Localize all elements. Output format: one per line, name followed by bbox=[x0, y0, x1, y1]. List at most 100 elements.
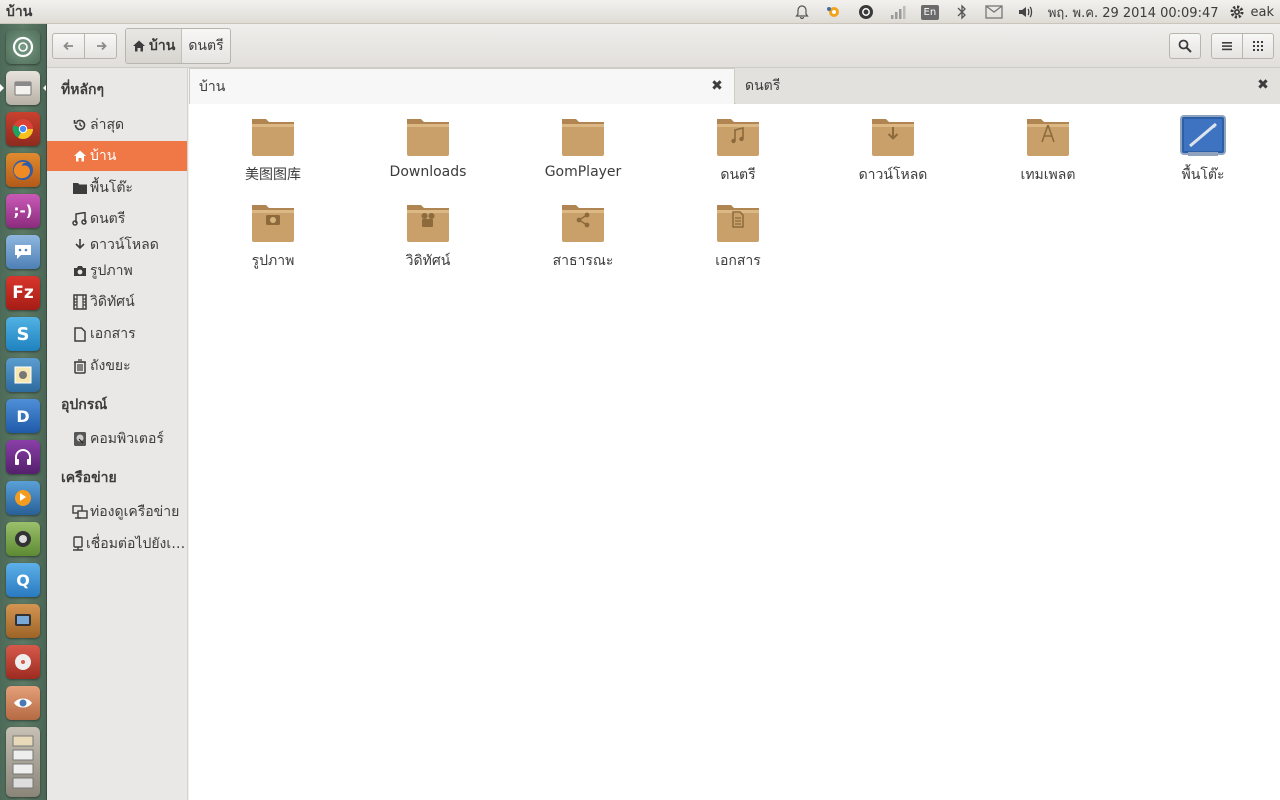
download-folder-icon bbox=[870, 114, 916, 158]
forward-button[interactable] bbox=[84, 33, 117, 59]
grid-icon bbox=[1253, 41, 1263, 51]
pidgin-icon[interactable] bbox=[6, 235, 40, 269]
header-bar: บ้าน ดนตรี bbox=[47, 24, 1280, 68]
sidebar-item-label: พื้นโต๊ะ bbox=[90, 180, 133, 196]
tv-icon[interactable] bbox=[6, 604, 40, 638]
sidebar-item-label: ถังขยะ bbox=[90, 358, 131, 374]
templates-folder-icon bbox=[1025, 114, 1071, 158]
app-title: บ้าน bbox=[6, 3, 33, 20]
path-crumb-label: ดนตรี bbox=[188, 38, 224, 54]
weather-icon[interactable] bbox=[818, 0, 850, 24]
search-button[interactable] bbox=[1169, 33, 1201, 59]
shotwell-icon[interactable] bbox=[6, 358, 40, 392]
file-item[interactable]: GomPlayer bbox=[513, 114, 653, 180]
file-item[interactable]: Downloads bbox=[358, 114, 498, 180]
sidebar-item-label: คอมพิวเตอร์ bbox=[90, 431, 164, 447]
keyboard-layout-icon[interactable]: En bbox=[914, 0, 946, 24]
path-crumb-home[interactable]: บ้าน bbox=[126, 29, 182, 63]
empathy-icon[interactable]: ;-) bbox=[6, 194, 40, 228]
sidebar-item-browse-network[interactable]: ท่องดูเครือข่าย bbox=[47, 497, 187, 527]
dash-home-icon[interactable] bbox=[6, 30, 40, 64]
system-monitor-icon[interactable] bbox=[6, 522, 40, 556]
sidebar: ที่หลักๆ ล่าสุด บ้าน พื้นโต๊ะ ดนตรี ดาวน… bbox=[47, 68, 188, 800]
file-item[interactable]: 美图图库 bbox=[203, 114, 343, 184]
clock[interactable]: พฤ. พ.ค. 29 2014 00:09:47 bbox=[1048, 2, 1219, 23]
list-view-button[interactable] bbox=[1211, 33, 1243, 59]
file-name: Downloads bbox=[389, 164, 467, 180]
path-crumb-music[interactable]: ดนตรี bbox=[181, 29, 229, 63]
back-button[interactable] bbox=[52, 33, 85, 59]
sidebar-item-label: เชื่อมต่อไปยังเซิร์ฟเวอร์ bbox=[86, 536, 187, 552]
signal-icon[interactable] bbox=[882, 0, 914, 24]
file-name: รูปภาพ bbox=[251, 253, 295, 269]
eye-of-gnome-icon[interactable] bbox=[6, 686, 40, 720]
sidebar-item-home[interactable]: บ้าน bbox=[47, 141, 187, 171]
desktop-folder-icon bbox=[1180, 114, 1226, 158]
file-name: ดนตรี bbox=[720, 167, 756, 183]
sidebar-item-trash[interactable]: ถังขยะ bbox=[47, 351, 187, 381]
file-name: วิดิทัศน์ bbox=[405, 253, 451, 269]
tab-home[interactable]: บ้าน ✖ bbox=[189, 68, 735, 104]
sidebar-item-documents[interactable]: เอกสาร bbox=[47, 319, 187, 349]
file-item[interactable]: วิดิทัศน์ bbox=[358, 200, 498, 272]
sidebar-item-label: ดาวน์โหลด bbox=[90, 237, 159, 253]
indicator-area: En พฤ. พ.ค. 29 2014 00:09:47 eak bbox=[786, 0, 1276, 24]
firefox-icon[interactable] bbox=[6, 153, 40, 187]
folder-icon bbox=[560, 114, 606, 158]
deadbeef-icon[interactable]: D bbox=[6, 399, 40, 433]
path-crumb-label: บ้าน bbox=[149, 38, 176, 54]
music-folder-icon bbox=[715, 114, 761, 158]
file-item[interactable]: รูปภาพ bbox=[203, 200, 343, 272]
bell-icon[interactable] bbox=[786, 0, 818, 24]
ubuntu-one-icon[interactable] bbox=[850, 0, 882, 24]
file-item[interactable]: ดาวน์โหลด bbox=[823, 114, 963, 186]
sidebar-item-desktop[interactable]: พื้นโต๊ะ bbox=[47, 173, 187, 203]
sidebar-heading-devices: อุปกรณ์ bbox=[61, 397, 108, 413]
file-item[interactable]: ดนตรี bbox=[668, 114, 808, 186]
close-icon[interactable]: ✖ bbox=[1255, 77, 1271, 93]
skype-icon[interactable]: S bbox=[6, 317, 40, 351]
mail-icon[interactable] bbox=[978, 0, 1010, 24]
sidebar-item-pictures[interactable]: รูปภาพ bbox=[47, 256, 187, 286]
files-icon[interactable] bbox=[6, 71, 40, 105]
sidebar-item-label: ท่องดูเครือข่าย bbox=[90, 504, 180, 520]
sidebar-item-connect-server[interactable]: เชื่อมต่อไปยังเซิร์ฟเวอร์ bbox=[47, 529, 187, 559]
file-item[interactable]: สาธารณะ bbox=[513, 200, 653, 272]
file-item[interactable]: เทมเพลต bbox=[978, 114, 1118, 186]
file-name: GomPlayer bbox=[544, 164, 622, 180]
file-name: เทมเพลต bbox=[1020, 167, 1076, 183]
music-icon bbox=[71, 212, 89, 226]
sidebar-item-label: วิดิทัศน์ bbox=[90, 294, 135, 310]
clementine-icon[interactable] bbox=[6, 481, 40, 515]
sidebar-item-videos[interactable]: วิดิทัศน์ bbox=[47, 287, 187, 317]
file-name: เอกสาร bbox=[715, 253, 761, 269]
volume-icon[interactable] bbox=[1010, 0, 1042, 24]
user-name[interactable]: eak bbox=[1251, 5, 1275, 20]
pictures-folder-icon bbox=[250, 200, 296, 244]
tab-music[interactable]: ดนตรี ✖ bbox=[736, 68, 1280, 104]
public-folder-icon bbox=[560, 200, 606, 244]
qbittorrent-icon[interactable]: Q bbox=[6, 563, 40, 597]
file-item[interactable]: เอกสาร bbox=[668, 200, 808, 272]
sidebar-item-recent[interactable]: ล่าสุด bbox=[47, 110, 187, 140]
disc-burner-icon[interactable] bbox=[6, 645, 40, 679]
grid-view-button[interactable] bbox=[1242, 33, 1274, 59]
download-icon bbox=[71, 238, 89, 252]
chrome-icon[interactable] bbox=[6, 112, 40, 146]
folder-icon bbox=[405, 114, 451, 158]
running-pip bbox=[0, 84, 4, 92]
server-icon bbox=[71, 536, 85, 552]
home-icon bbox=[133, 40, 145, 52]
stacked-apps-icon[interactable] bbox=[6, 727, 40, 797]
search-icon bbox=[1178, 39, 1192, 53]
bluetooth-icon[interactable] bbox=[946, 0, 978, 24]
close-icon[interactable]: ✖ bbox=[709, 78, 725, 94]
filezilla-icon[interactable]: Fz bbox=[6, 276, 40, 310]
gear-icon[interactable] bbox=[1227, 0, 1247, 24]
file-name: 美图图库 bbox=[245, 167, 301, 183]
file-name: ดาวน์โหลด bbox=[858, 167, 928, 183]
sidebar-item-label: เอกสาร bbox=[90, 326, 136, 342]
sidebar-item-computer[interactable]: คอมพิวเตอร์ bbox=[47, 424, 187, 454]
headphones-icon[interactable] bbox=[6, 440, 40, 474]
file-item[interactable]: พื้นโต๊ะ bbox=[1133, 114, 1273, 186]
